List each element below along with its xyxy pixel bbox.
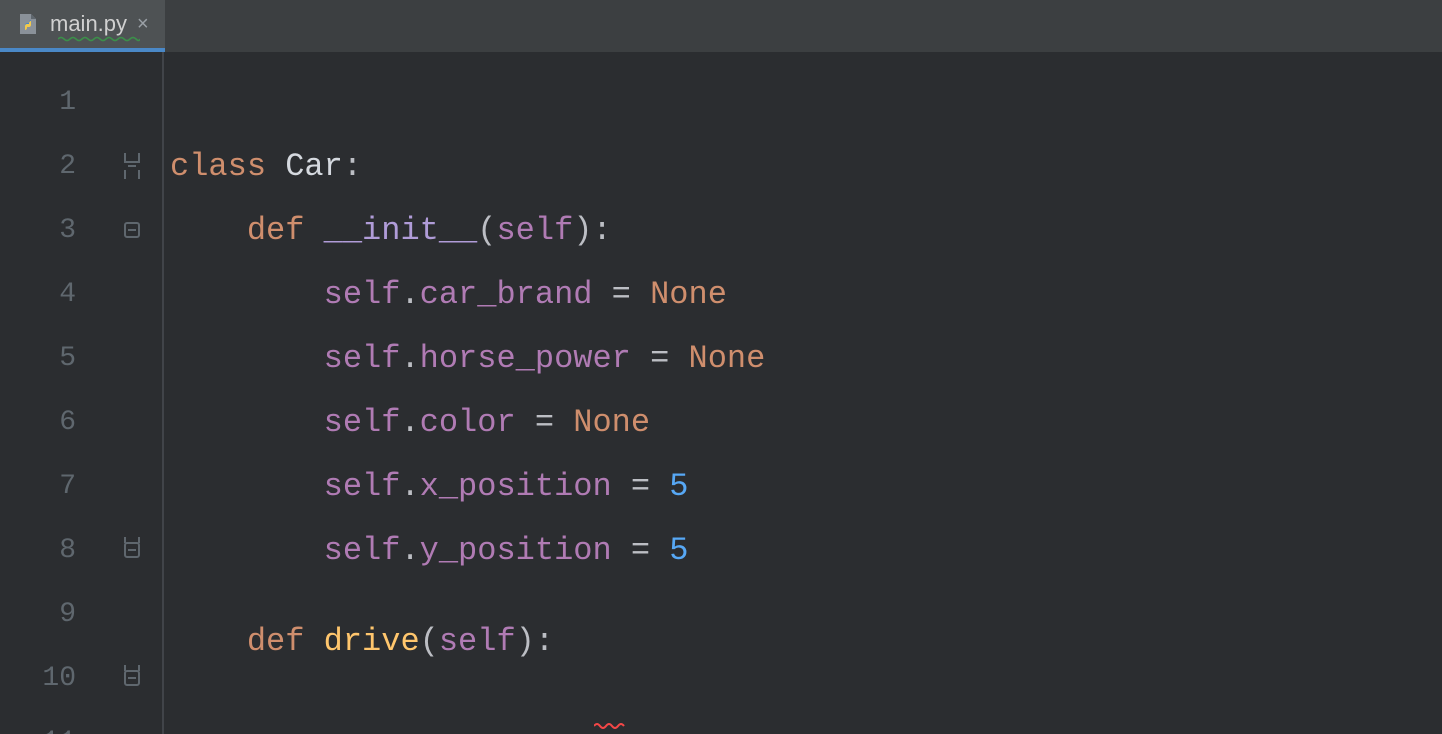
line-number: 9	[0, 599, 100, 630]
line-number: 6	[0, 407, 100, 438]
line-number: 3	[0, 215, 100, 246]
line-number: 8	[0, 535, 100, 566]
code-line[interactable]: self.y_position = 5	[164, 532, 688, 569]
line-number: 4	[0, 279, 100, 310]
code-line[interactable]: self.x_position = 5	[164, 468, 688, 505]
file-tab-main-py[interactable]: main.py ×	[0, 0, 165, 52]
code-line[interactable]: class Car:	[164, 148, 362, 185]
fold-toggle-icon[interactable]	[100, 153, 164, 179]
tab-filename: main.py	[50, 11, 127, 37]
code-line[interactable]: self.car_brand = None	[164, 276, 727, 313]
line-number: 2	[0, 151, 100, 182]
fold-toggle-icon[interactable]	[100, 537, 164, 563]
python-file-icon	[16, 12, 40, 36]
fold-toggle-icon[interactable]	[100, 217, 164, 243]
code-line[interactable]: def drive(self):	[164, 623, 554, 734]
line-number-gutter: 1 2 3 4 5 6 7 8 9 10 11	[0, 52, 100, 734]
code-line[interactable]: self.horse_power = None	[164, 340, 765, 377]
line-number: 7	[0, 471, 100, 502]
code-area[interactable]: class Car: def __init__(self): self.car_…	[164, 52, 1442, 734]
close-tab-icon[interactable]: ×	[137, 13, 149, 36]
line-number: 1	[0, 87, 100, 118]
fold-gutter	[100, 52, 164, 734]
tab-bar: main.py ×	[0, 0, 1442, 52]
code-editor[interactable]: 1 2 3 4 5 6 7 8 9 10 11 class Car:	[0, 52, 1442, 734]
code-line[interactable]: self.color = None	[164, 404, 650, 441]
line-number: 10	[0, 663, 100, 694]
line-number: 11	[0, 727, 100, 734]
fold-toggle-icon[interactable]	[100, 665, 164, 691]
code-line[interactable]: def __init__(self):	[164, 212, 612, 249]
line-number: 5	[0, 343, 100, 374]
